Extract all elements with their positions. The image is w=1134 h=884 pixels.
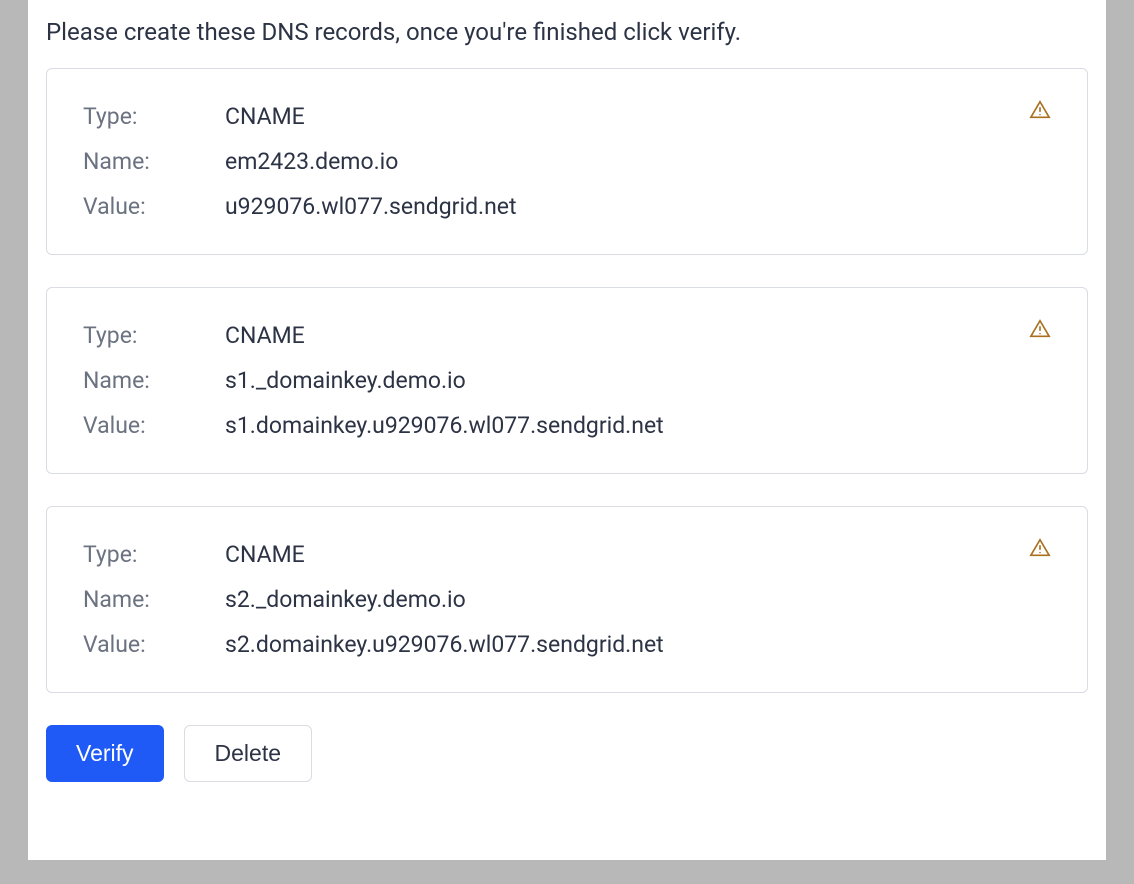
warning-icon [1029,318,1051,340]
record-value: u929076.wl077.sendgrid.net [225,193,517,220]
dns-records-panel: Please create these DNS records, once yo… [28,0,1106,860]
dns-record-card: Type: CNAME Name: s2._domainkey.demo.io … [46,506,1088,693]
record-name: em2423.demo.io [225,148,398,175]
name-label: Name: [83,586,225,613]
record-name: s2._domainkey.demo.io [225,586,466,613]
delete-button[interactable]: Delete [184,725,312,782]
action-buttons: Verify Delete [28,725,1106,782]
instruction-text: Please create these DNS records, once yo… [28,18,1106,68]
name-label: Name: [83,148,225,175]
record-name: s1._domainkey.demo.io [225,367,466,394]
record-type: CNAME [225,103,305,130]
value-label: Value: [83,193,225,220]
record-type: CNAME [225,322,305,349]
dns-record-card: Type: CNAME Name: em2423.demo.io Value: … [46,68,1088,255]
verify-button[interactable]: Verify [46,725,164,782]
record-value: s2.domainkey.u929076.wl077.sendgrid.net [225,631,664,658]
type-label: Type: [83,103,225,130]
record-type: CNAME [225,541,305,568]
record-value: s1.domainkey.u929076.wl077.sendgrid.net [225,412,664,439]
value-label: Value: [83,631,225,658]
type-label: Type: [83,541,225,568]
warning-icon [1029,537,1051,559]
dns-record-card: Type: CNAME Name: s1._domainkey.demo.io … [46,287,1088,474]
warning-icon [1029,99,1051,121]
type-label: Type: [83,322,225,349]
value-label: Value: [83,412,225,439]
name-label: Name: [83,367,225,394]
